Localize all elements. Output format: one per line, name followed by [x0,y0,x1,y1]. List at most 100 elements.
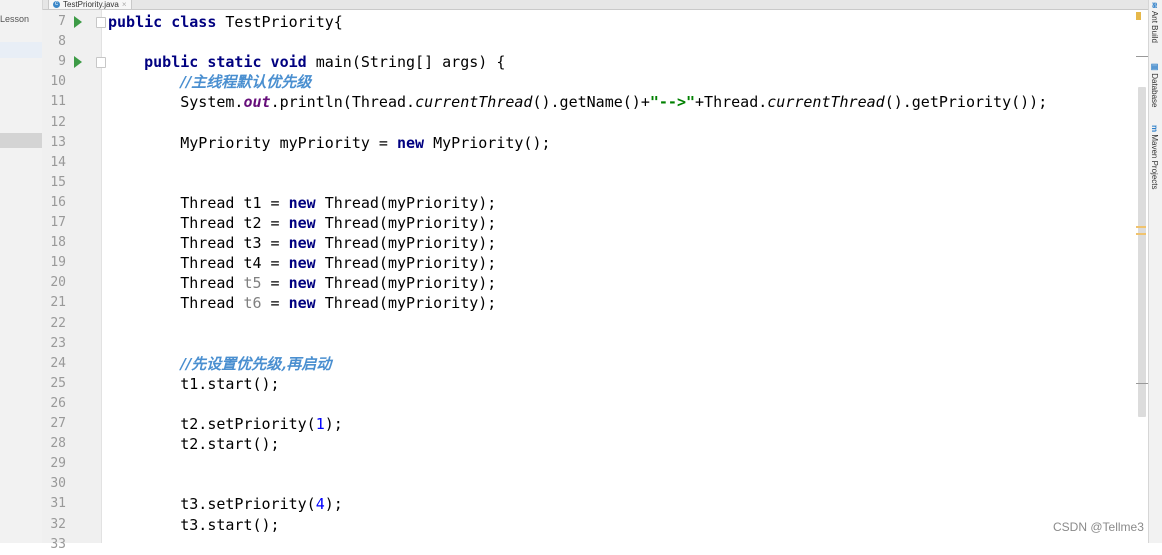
line-number: 9 [58,54,66,70]
code-token: ); [324,415,343,433]
line-number: 16 [50,194,66,210]
code-token: t2.setPriority( [108,415,316,433]
code-line[interactable]: 22 [0,314,1136,334]
code-token: Thread t2 = [108,214,289,232]
run-gutter-icon[interactable] [74,16,82,28]
line-number: 13 [50,134,66,150]
line-number: 10 [50,74,66,90]
error-stripe-mark [1136,383,1148,384]
code-token: ); [324,495,343,514]
line-number: 11 [50,94,66,110]
code-line[interactable]: 32 t3.start(); [0,515,1136,535]
code-token: System. [108,93,244,112]
code-line[interactable]: 33 [0,535,1136,555]
code-token: currentThread [767,93,885,112]
code-line[interactable]: 20 Thread t5 = new Thread(myPriority); [0,273,1136,293]
code-token: MyPriority myPriority = [108,133,397,152]
line-number: 17 [50,215,66,230]
code-token: = [261,294,289,313]
code-line[interactable]: 8 [0,32,1136,52]
line-number: 26 [50,395,66,411]
code-token: Thread(myPriority); [315,193,497,212]
code-line[interactable]: 13 MyPriority myPriority = new MyPriorit… [0,133,1136,153]
code-line[interactable]: 30 [0,474,1136,494]
database-icon: ▤ [1150,62,1159,71]
ant-build-icon: ≋ [1150,2,1159,9]
line-number: 7 [58,14,66,29]
line-number: 19 [50,255,66,271]
code-line[interactable]: 23 [0,334,1136,354]
code-line[interactable]: 11 System.out.println(Thread.currentThre… [0,92,1136,112]
code-token: t3.setPriority( [108,495,316,514]
code-token: new [288,294,316,313]
code-line[interactable]: 28 t2.start(); [0,434,1136,454]
code-token: Thread(myPriority); [315,294,497,313]
code-token: public class [108,13,226,31]
line-number: 20 [50,275,66,291]
code-line[interactable]: 27 t2.setPriority(1); [0,414,1136,434]
line-number: 22 [50,315,66,331]
code-token: new [288,274,316,293]
maven-projects-tab[interactable]: m Maven Projects [1150,125,1159,190]
code-line[interactable]: 7 public class TestPriority{ [0,12,1136,32]
error-stripe-mark [1136,233,1146,235]
code-line[interactable]: 9 public static void main(String[] args)… [0,52,1136,72]
code-line[interactable]: 14 [0,153,1136,173]
code-text: t3.setPriority(4); [108,494,343,514]
code-token: Thread [108,294,244,313]
code-token: 4 [315,495,325,514]
watermark: CSDN @Tellme3 [1053,520,1144,534]
code-line[interactable]: 21 Thread t6 = new Thread(myPriority); [0,293,1136,313]
code-line[interactable]: 18 Thread t3 = new Thread(myPriority); [0,233,1136,253]
code-text: Thread t6 = new Thread(myPriority); [108,293,496,313]
fold-icon[interactable] [96,57,106,69]
warning-marker-top [1136,12,1141,20]
line-number: 15 [50,174,66,190]
error-stripe-mark [1136,56,1148,57]
fold-icon[interactable] [96,17,106,28]
code-text: Thread t2 = new Thread(myPriority); [108,213,496,233]
code-line[interactable]: 17 Thread t2 = new Thread(myPriority); [0,213,1136,233]
code-token: public static void [108,53,316,72]
code-line[interactable]: 16 Thread t1 = new Thread(myPriority); [0,193,1136,213]
line-number: 28 [50,436,66,452]
line-number: 14 [50,154,66,170]
line-number: 23 [50,335,66,351]
error-stripe-mark [1136,226,1146,228]
code-line[interactable]: 19 Thread t4 = new Thread(myPriority); [0,253,1136,273]
code-text: //主线程默认优先级 [108,72,311,92]
line-number: 33 [50,536,66,552]
code-line[interactable]: 29 [0,454,1136,474]
code-editor[interactable]: 7 public class TestPriority{8 9 public sta… [0,0,1148,552]
code-token: new [288,214,316,232]
code-token: //主线程默认优先级 [180,73,312,92]
code-token: = [261,274,289,293]
code-line[interactable]: 10 //主线程默认优先级 [0,72,1136,92]
code-line[interactable]: 15 [0,173,1136,193]
run-gutter-icon[interactable] [74,56,82,69]
ant-build-tab[interactable]: ≋ Ant Build [1150,2,1159,43]
code-token: new [288,193,316,212]
code-token: Thread(myPriority); [315,274,497,293]
code-line[interactable]: 25 t1.start(); [0,374,1136,394]
code-token: t5 [243,274,262,293]
code-line[interactable]: 26 [0,394,1136,414]
line-number: 27 [50,416,66,431]
line-number: 32 [50,516,66,532]
code-token: currentThread [415,93,533,112]
database-label: Database [1150,73,1159,108]
code-token: t6 [243,294,262,313]
code-line[interactable]: 12 [0,113,1136,133]
code-text: Thread t5 = new Thread(myPriority); [108,273,496,293]
code-text: //先设置优先级,再启动 [108,354,331,374]
line-number: 12 [50,114,66,130]
editor-scrollbar-thumb[interactable] [1138,87,1146,417]
code-token: //先设置优先级,再启动 [180,354,332,373]
code-text: Thread t3 = new Thread(myPriority); [108,233,496,253]
code-token: Thread(myPriority); [315,254,497,273]
database-tab[interactable]: ▤ Database [1150,62,1159,107]
code-line[interactable]: 31 t3.setPriority(4); [0,494,1136,514]
code-text: MyPriority myPriority = new MyPriority()… [108,133,550,153]
code-line[interactable]: 24 //先设置优先级,再启动 [0,354,1136,374]
